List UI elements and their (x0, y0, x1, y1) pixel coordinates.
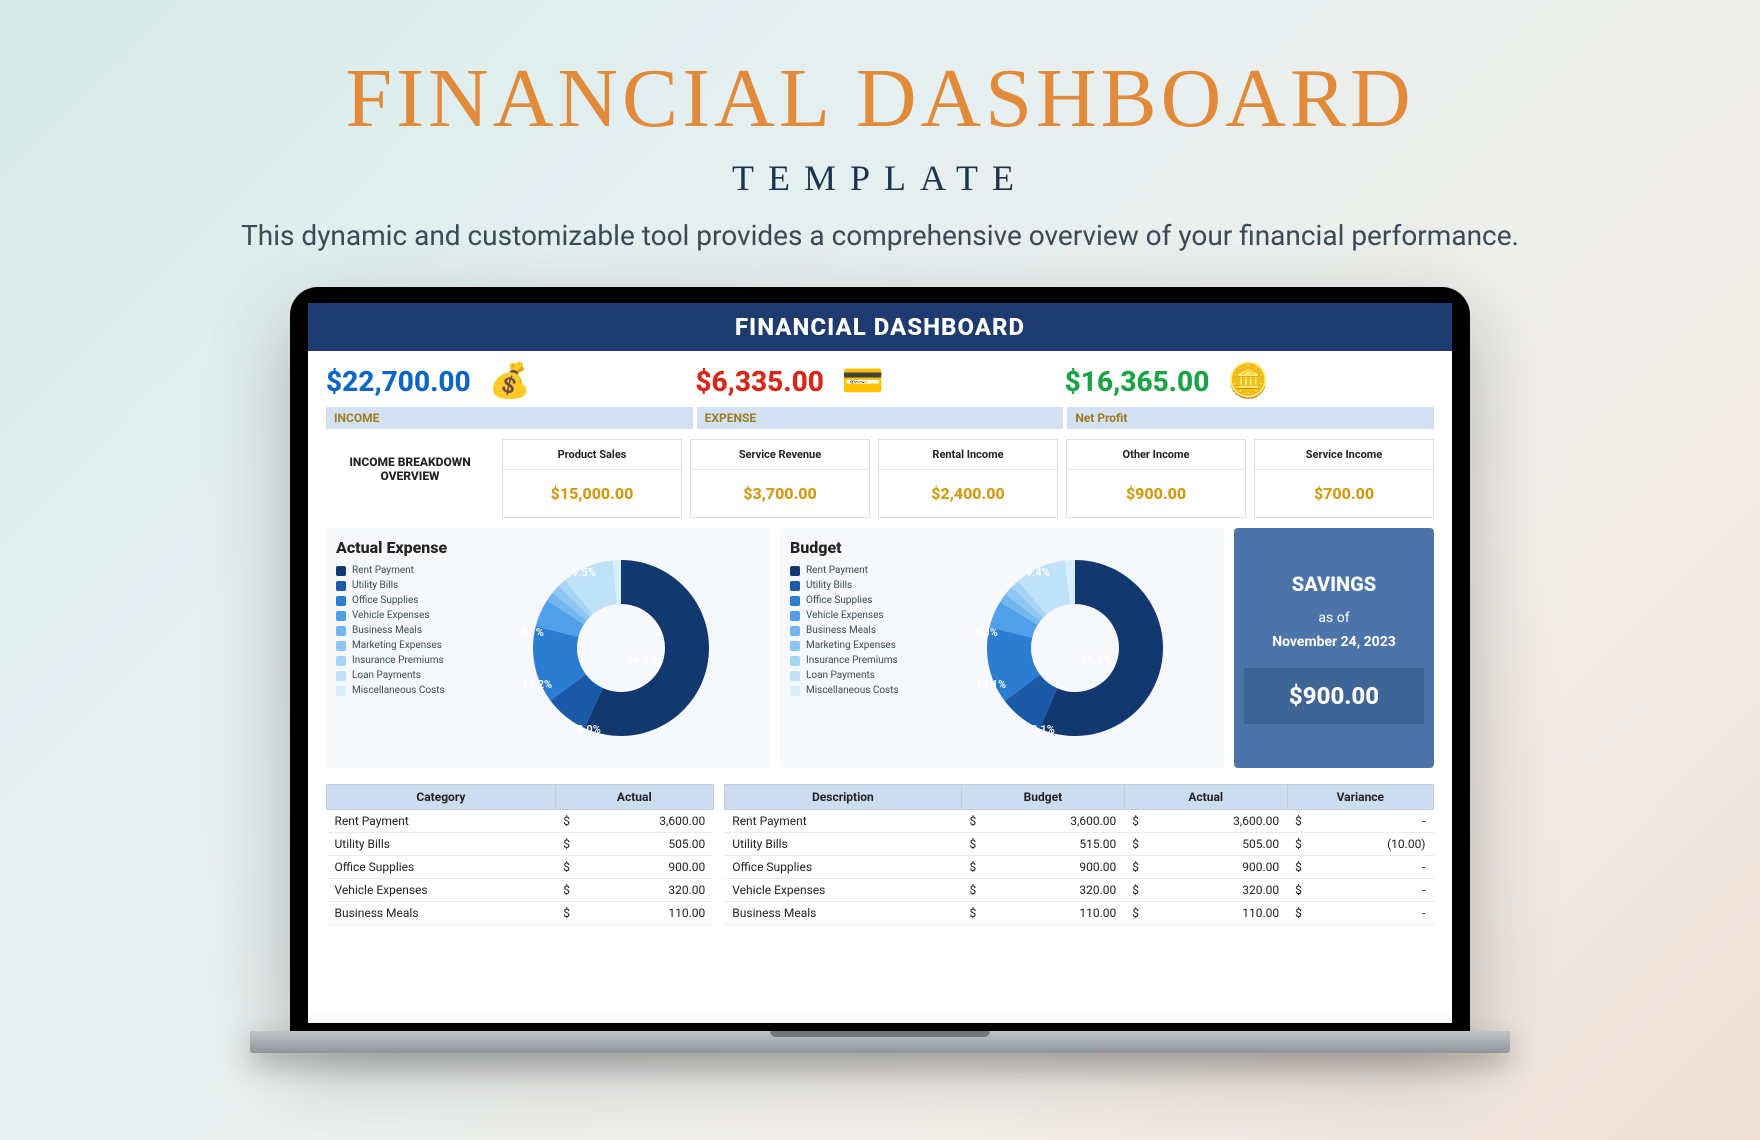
table-header: Actual (1124, 785, 1287, 810)
income-breakdown-overview-label: INCOME BREAKDOWN OVERVIEW (326, 439, 494, 518)
legend-item: Office Supplies (336, 595, 476, 606)
table-header: Actual (555, 785, 713, 810)
table-row: Business Meals$110.00 (327, 902, 714, 925)
income-card: Rental Income$2,400.00 (878, 439, 1058, 518)
legend-item: Miscellaneous Costs (336, 685, 476, 696)
kpi-income: $22,700.00 💰 (326, 361, 695, 401)
kpi-expense: $6,335.00 💳 (695, 361, 1064, 401)
budget-title: Budget (790, 538, 930, 557)
legend-item: Business Meals (336, 625, 476, 636)
coins-icon: 🪙 (1227, 361, 1269, 401)
budget-panel: Budget Rent Payment Utility Bills Office S… (780, 528, 1224, 768)
income-card: Other Income$900.00 (1066, 439, 1246, 518)
legend-item: Business Meals (790, 625, 930, 636)
income-card-value: $900.00 (1067, 470, 1245, 517)
income-card: Product Sales$15,000.00 (502, 439, 682, 518)
slice-label: 9.5% (572, 566, 596, 579)
savings-asof: as of (1244, 610, 1424, 626)
table-row: Utility Bills$515.00$505.00$(10.00) (724, 833, 1433, 856)
legend-item: Rent Payment (336, 565, 476, 576)
income-card-label: Service Income (1255, 440, 1433, 470)
slice-label: 56.8% (627, 653, 657, 666)
page-subtitle: TEMPLATE (0, 157, 1760, 199)
legend-item: Utility Bills (336, 580, 476, 591)
income-card-label: Product Sales (503, 440, 681, 470)
table-header: Description (724, 785, 961, 810)
money-bag-icon: 💰 (489, 361, 531, 401)
slice-label: 8.1% (1031, 723, 1055, 736)
legend-item: Rent Payment (790, 565, 930, 576)
dashboard-title: FINANCIAL DASHBOARD (308, 303, 1452, 351)
legend-item: Loan Payments (336, 670, 476, 681)
income-card: Service Income$700.00 (1254, 439, 1434, 518)
label-expense: EXPENSE (697, 407, 1064, 429)
table-row: Vehicle Expenses$320.00 (327, 879, 714, 902)
table-row: Rent Payment$3,600.00$3,600.00$- (724, 810, 1433, 833)
slice-label: 8.0% (577, 723, 601, 736)
slice-label: 5.1% (520, 626, 544, 639)
legend-item: Office Supplies (790, 595, 930, 606)
table-row: Business Meals$110.00$110.00$- (724, 902, 1433, 925)
tagline: This dynamic and customizable tool provi… (0, 219, 1760, 252)
actual-expense-title: Actual Expense (336, 538, 476, 557)
income-card-value: $3,700.00 (691, 470, 869, 517)
savings-value: $900.00 (1244, 668, 1424, 724)
table-row: Vehicle Expenses$320.00$320.00$- (724, 879, 1433, 902)
slice-label: 5.0% (974, 626, 998, 639)
income-card-value: $2,400.00 (879, 470, 1057, 517)
savings-panel: SAVINGS as of November 24, 2023 $900.00 (1234, 528, 1434, 768)
table-header: Budget (961, 785, 1124, 810)
income-card-label: Rental Income (879, 440, 1057, 470)
legend-item: Insurance Premiums (336, 655, 476, 666)
legend-item: Vehicle Expenses (790, 610, 930, 621)
legend-item: Marketing Expenses (336, 640, 476, 651)
income-card-label: Service Revenue (691, 440, 869, 470)
income-card-label: Other Income (1067, 440, 1245, 470)
table-row: Office Supplies$900.00 (327, 856, 714, 879)
kpi-expense-value: $6,335.00 (695, 365, 824, 398)
table-header: Category (327, 785, 556, 810)
label-netprofit: Net Profit (1067, 407, 1434, 429)
savings-date: November 24, 2023 (1244, 634, 1424, 650)
actual-expense-panel: Actual Expense Rent Payment Utility Bills… (326, 528, 770, 768)
table-row: Utility Bills$505.00 (327, 833, 714, 856)
table-header: Variance (1287, 785, 1433, 810)
legend-item: Loan Payments (790, 670, 930, 681)
laptop-mockup: FINANCIAL DASHBOARD $22,700.00 💰 $6,335.… (290, 287, 1470, 1053)
slice-label: 9.4% (1026, 566, 1050, 579)
table-row: Rent Payment$3,600.00 (327, 810, 714, 833)
income-card-value: $15,000.00 (503, 470, 681, 517)
legend-item: Marketing Expenses (790, 640, 930, 651)
savings-label: SAVINGS (1244, 572, 1424, 596)
legend-item: Miscellaneous Costs (790, 685, 930, 696)
wallet-icon: 💳 (842, 361, 884, 401)
kpi-income-value: $22,700.00 (326, 365, 471, 398)
table-row: Office Supplies$900.00$900.00$- (724, 856, 1433, 879)
budget-variance-table: DescriptionBudgetActualVarianceRent Paym… (724, 784, 1434, 925)
income-card-value: $700.00 (1255, 470, 1433, 517)
slice-label: 14.1% (976, 678, 1006, 691)
income-card: Service Revenue$3,700.00 (690, 439, 870, 518)
label-income: INCOME (326, 407, 693, 429)
legend-item: Utility Bills (790, 580, 930, 591)
slice-label: 56.6% (1081, 653, 1111, 666)
category-actual-table: CategoryActualRent Payment$3,600.00Utili… (326, 784, 714, 925)
page-title: FINANCIAL DASHBOARD (0, 50, 1760, 147)
legend-item: Insurance Premiums (790, 655, 930, 666)
legend-item: Vehicle Expenses (336, 610, 476, 621)
kpi-netprofit-value: $16,365.00 (1065, 365, 1210, 398)
slice-label: 14.2% (522, 678, 552, 691)
kpi-netprofit: $16,365.00 🪙 (1065, 361, 1434, 401)
